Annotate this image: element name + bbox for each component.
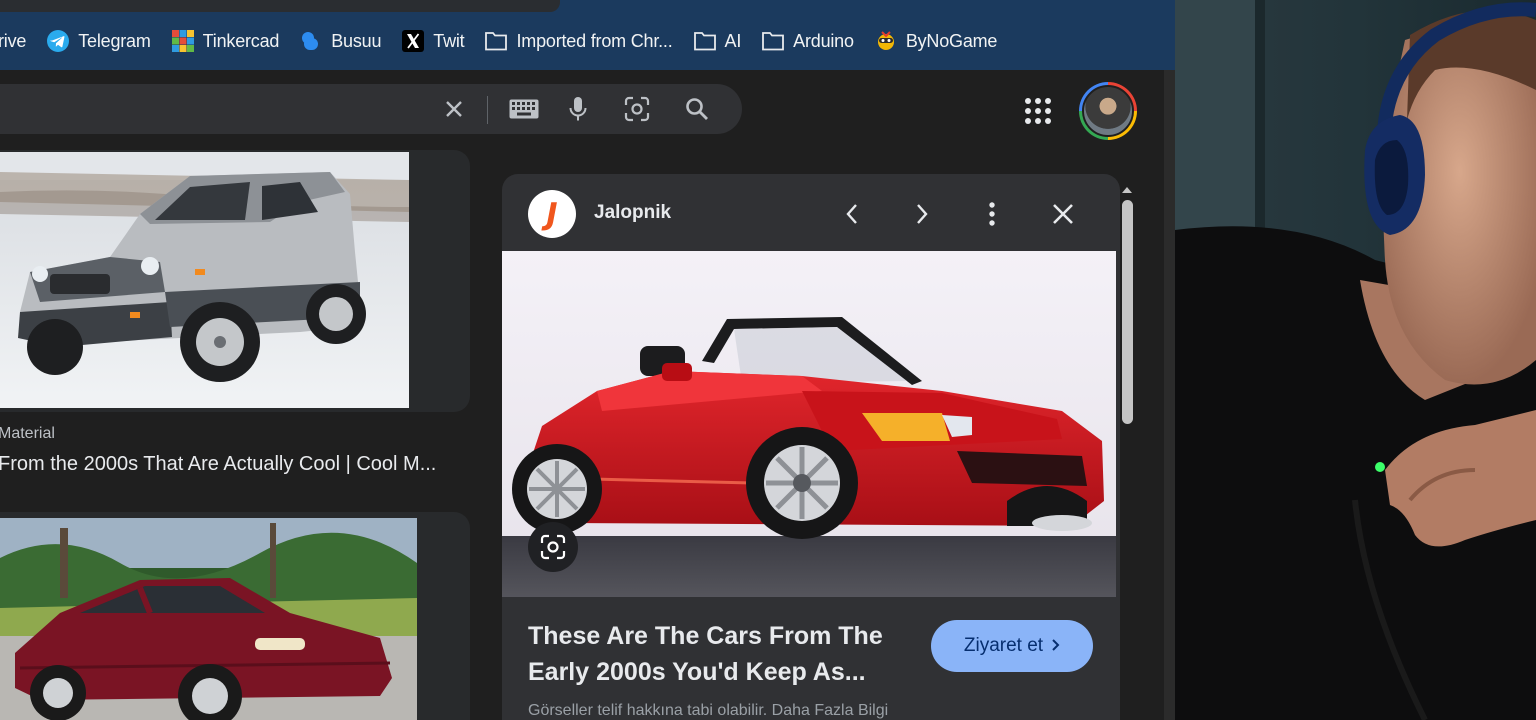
avatar-photo — [1082, 85, 1134, 137]
visit-button[interactable]: Ziyaret et — [931, 620, 1093, 672]
keyboard-icon[interactable] — [507, 94, 541, 124]
result-source: Material — [0, 425, 55, 442]
image-preview-panel: J Jalopnik These Are The Cars From The E… — [502, 174, 1120, 720]
google-lens-icon[interactable] — [622, 94, 652, 124]
tab-strip — [0, 0, 1175, 12]
bookmark-label: Twit — [433, 30, 465, 51]
google-images-page: Material From the 2000s That Are Actuall… — [0, 70, 1175, 720]
preview-header: J Jalopnik — [502, 174, 1120, 252]
tinkercad-icon — [171, 29, 195, 53]
account-avatar[interactable] — [1079, 82, 1137, 140]
bookmark-folder-imported[interactable]: Imported from Chr... — [474, 24, 682, 58]
close-icon[interactable] — [1047, 198, 1079, 230]
active-tab-edge — [0, 0, 560, 12]
bookmark-label: Tinkercad — [202, 30, 280, 51]
microphone-icon[interactable] — [563, 94, 593, 124]
visit-button-label: Ziyaret et — [963, 635, 1044, 656]
scroll-up-arrow-icon[interactable] — [1120, 182, 1134, 193]
bookmark-label: AI — [724, 30, 742, 51]
logo-letter: J — [546, 196, 558, 232]
bookmark-folder-arduino[interactable]: Arduino — [751, 24, 864, 58]
folder-icon — [761, 29, 785, 53]
close-icon[interactable] — [439, 94, 469, 124]
busuu-icon — [299, 29, 323, 53]
folder-icon — [693, 29, 717, 53]
bookmark-tinkercad[interactable]: Tinkercad — [161, 24, 290, 58]
result-card[interactable] — [0, 150, 470, 412]
bookmark-label: ByNoGame — [905, 30, 998, 51]
chevron-right-icon — [1051, 636, 1060, 657]
result-title[interactable]: From the 2000s That Are Actually Cool | … — [0, 453, 436, 476]
webcam-overlay — [1175, 0, 1536, 720]
bookmark-busuu[interactable]: Busuu — [289, 24, 391, 58]
search-icon[interactable] — [682, 94, 712, 124]
bookmark-label: Busuu — [331, 30, 382, 51]
more-vert-icon[interactable] — [976, 198, 1008, 230]
telegram-icon — [46, 29, 70, 53]
preview-image-roadster[interactable] — [502, 251, 1116, 597]
bynogame-icon — [874, 29, 898, 53]
scrollbar-thumb[interactable] — [1122, 200, 1133, 424]
chevron-left-icon[interactable] — [836, 198, 868, 230]
chevron-right-icon[interactable] — [906, 198, 938, 230]
x-twitter-icon — [401, 29, 425, 53]
search-bar[interactable] — [0, 84, 742, 134]
search-divider — [487, 96, 488, 124]
bookmark-bynogame[interactable]: ByNoGame — [864, 24, 1007, 58]
bookmark-label: Arduino — [793, 30, 854, 51]
bookmark-telegram[interactable]: Telegram — [36, 24, 160, 58]
result-thumbnail-suv[interactable] — [0, 152, 409, 408]
bookmark-label: rive — [0, 30, 27, 51]
bookmark-label: Telegram — [78, 30, 151, 51]
copyright-note: Görseller telif hakkına tabi olabilir. D… — [528, 702, 889, 719]
bookmark-twit[interactable]: Twit — [391, 24, 474, 58]
bookmark-folder-ai[interactable]: AI — [683, 24, 752, 58]
result-card[interactable] — [0, 512, 470, 720]
google-lens-icon[interactable] — [528, 522, 578, 572]
jalopnik-logo: J — [528, 190, 576, 238]
bookmarks-bar: rive Telegram Tinkercad Busuu Twit Impor… — [0, 12, 1175, 70]
window-edge — [1164, 70, 1175, 720]
preview-site-name[interactable]: Jalopnik — [594, 202, 671, 224]
bookmark-drive[interactable]: rive — [0, 24, 36, 58]
preview-title[interactable]: These Are The Cars From The Early 2000s … — [528, 618, 908, 690]
result-thumbnail-sedan[interactable] — [0, 518, 417, 720]
google-apps-icon[interactable] — [1023, 96, 1053, 126]
bookmark-label: Imported from Chr... — [516, 30, 673, 51]
folder-icon — [484, 29, 508, 53]
